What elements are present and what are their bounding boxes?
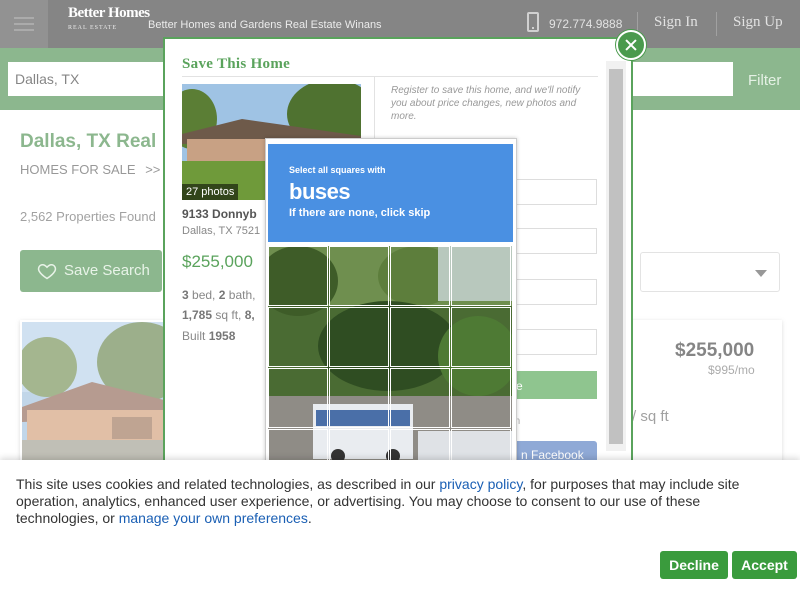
captcha-tile-11[interactable] — [390, 368, 450, 428]
captcha-tile-10[interactable] — [329, 368, 389, 428]
captcha-instruction: Select all squares with — [289, 165, 386, 175]
captcha-grid — [268, 246, 512, 464]
modal-scrollbar[interactable] — [606, 61, 626, 451]
captcha-tile-1[interactable] — [268, 246, 328, 306]
register-message: Register to save this home, and we'll no… — [391, 85, 581, 122]
accept-button[interactable]: Accept — [732, 551, 797, 579]
sqft-label: sq ft, — [215, 308, 242, 322]
modal-scrollbar-thumb[interactable] — [609, 69, 623, 444]
captcha-tile-6[interactable] — [329, 307, 389, 367]
home-price: $255,000 — [182, 252, 253, 271]
home-city: Dallas, TX 7521 — [182, 225, 261, 237]
cookie-consent-bar: This site uses cookies and related techn… — [0, 460, 800, 600]
captcha-tile-4[interactable] — [451, 246, 511, 306]
captcha-tile-5[interactable] — [268, 307, 328, 367]
modal-title: Save This Home — [182, 56, 291, 72]
baths-count: 2 — [218, 288, 226, 302]
home-year-built: Built 1958 — [182, 329, 235, 343]
cookie-text-part: . — [307, 510, 312, 526]
sqft-count: 1,785 — [182, 308, 213, 322]
built-label: Built — [182, 329, 206, 343]
captcha-tile-8[interactable] — [451, 307, 511, 367]
baths-label: bath, — [228, 288, 256, 302]
captcha-tile-14[interactable] — [329, 429, 389, 464]
cookie-message: This site uses cookies and related techn… — [16, 476, 776, 527]
close-icon[interactable] — [616, 30, 646, 60]
home-sqft: 1,785 sq ft, 8, — [182, 308, 262, 322]
captcha-tile-12[interactable] — [451, 368, 511, 428]
decline-button[interactable]: Decline — [660, 551, 728, 579]
captcha-tile-7[interactable] — [390, 307, 450, 367]
manage-preferences-link[interactable]: manage your own preferences — [119, 510, 308, 526]
captcha-challenge: Select all squares with buses If there a… — [265, 138, 517, 464]
captcha-tile-15[interactable] — [390, 429, 450, 464]
privacy-policy-link[interactable]: privacy policy — [439, 476, 522, 492]
captcha-tile-16[interactable] — [451, 429, 511, 464]
home-address: 9133 Donnyb — [182, 207, 257, 221]
modal-divider — [182, 76, 598, 77]
captcha-tile-9[interactable] — [268, 368, 328, 428]
beds-label: bed, — [192, 288, 216, 302]
captcha-skip-hint: If there are none, click skip — [289, 207, 431, 219]
captcha-target: buses — [289, 179, 351, 204]
cookie-text-part: This site uses cookies and related techn… — [16, 476, 440, 492]
beds-count: 3 — [182, 288, 189, 302]
lot-size: 8, — [244, 308, 255, 322]
built-year: 1958 — [208, 329, 236, 343]
home-beds-baths: 3 bed, 2 bath, — [182, 288, 262, 302]
photo-count-badge: 27 photos — [182, 184, 239, 200]
captcha-tile-13[interactable] — [268, 429, 328, 464]
captcha-header: Select all squares with buses If there a… — [268, 144, 513, 242]
captcha-tile-3[interactable] — [390, 246, 450, 306]
captcha-tile-2[interactable] — [329, 246, 389, 306]
